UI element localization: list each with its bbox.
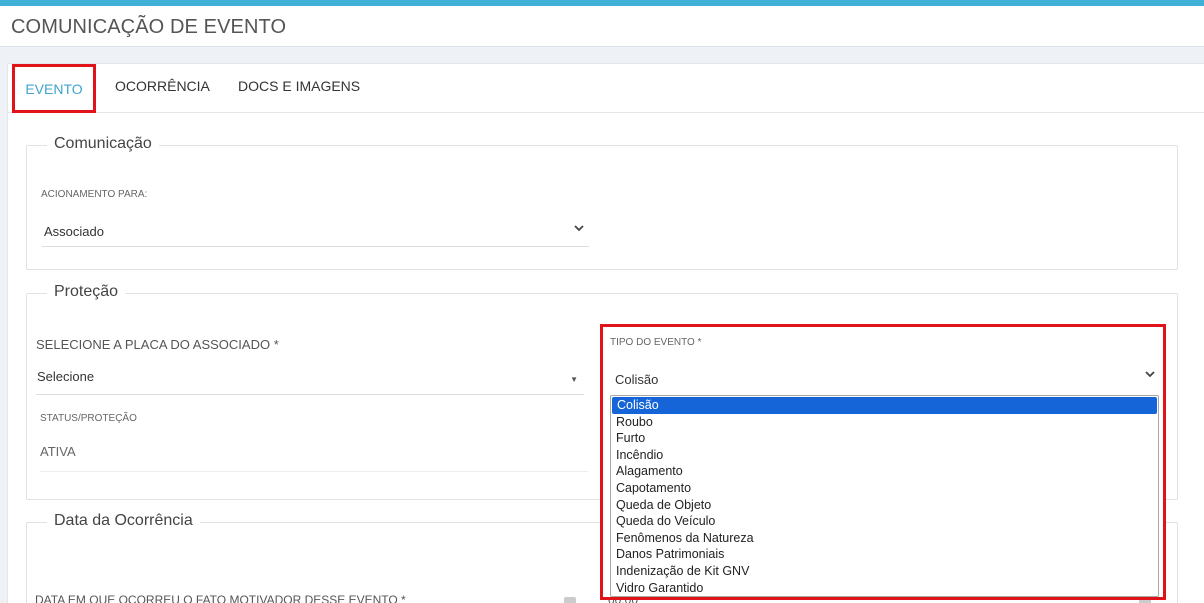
caret-down-icon: ▼ xyxy=(570,375,578,384)
legend-protecao: Proteção xyxy=(47,283,126,301)
tab-bar: EVENTO OCORRÊNCIA DOCS E IMAGENS xyxy=(8,64,1204,113)
tipo-evento-value: Colisão xyxy=(615,372,659,387)
acionamento-select[interactable]: Associado xyxy=(42,213,589,247)
option-capotamento[interactable]: Capotamento xyxy=(611,480,1158,497)
tipo-evento-label: TIPO DO EVENTO * xyxy=(610,337,702,348)
legend-data-ocorrencia: Data da Ocorrência xyxy=(47,512,200,530)
option-indenizacao-kit-gnv[interactable]: Indenização de Kit GNV xyxy=(611,563,1158,580)
status-divider xyxy=(40,471,588,472)
tab-ocorrencia[interactable]: OCORRÊNCIA xyxy=(115,64,210,113)
acionamento-label: ACIONAMENTO PARA: xyxy=(41,189,148,200)
tipo-evento-listbox[interactable]: Colisão Roubo Furto Incêndio Alagamento … xyxy=(610,395,1159,597)
option-colisao[interactable]: Colisão xyxy=(612,397,1157,414)
page-header: COMUNICAÇÃO DE EVENTO xyxy=(0,6,1204,47)
option-danos-patrimoniais[interactable]: Danos Patrimoniais xyxy=(611,546,1158,563)
acionamento-value: Associado xyxy=(44,224,104,239)
calendar-icon[interactable] xyxy=(564,597,576,603)
status-label: STATUS/PROTEÇÃO xyxy=(40,413,137,424)
option-roubo[interactable]: Roubo xyxy=(611,414,1158,431)
tab-evento[interactable]: EVENTO xyxy=(12,64,96,113)
option-queda-de-objeto[interactable]: Queda de Objeto xyxy=(611,497,1158,514)
placa-value: Selecione xyxy=(37,369,95,384)
tipo-evento-highlight: TIPO DO EVENTO * Colisão Colisão Roubo F… xyxy=(600,324,1166,600)
option-queda-do-veiculo[interactable]: Queda do Veículo xyxy=(611,513,1158,530)
option-incendio[interactable]: Incêndio xyxy=(611,447,1158,464)
option-alagamento[interactable]: Alagamento xyxy=(611,463,1158,480)
option-fenomenos-da-natureza[interactable]: Fenômenos da Natureza xyxy=(611,530,1158,547)
legend-comunicacao: Comunicação xyxy=(47,135,159,153)
data-ocorrencia-label: DATA EM QUE OCORREU O FATO MOTIVADOR DES… xyxy=(35,593,406,603)
tab-docs-e-imagens[interactable]: DOCS E IMAGENS xyxy=(238,64,360,113)
chevron-down-icon xyxy=(1145,371,1155,378)
option-vidro-garantido[interactable]: Vidro Garantido xyxy=(611,580,1158,597)
option-furto[interactable]: Furto xyxy=(611,430,1158,447)
tipo-evento-select[interactable]: Colisão xyxy=(610,357,1158,397)
page-title: COMUNICAÇÃO DE EVENTO xyxy=(11,16,287,38)
placa-label: SELECIONE A PLACA DO ASSOCIADO * xyxy=(36,337,279,352)
status-value: ATIVA xyxy=(40,444,76,459)
placa-select[interactable]: Selecione ▼ xyxy=(36,361,584,395)
fieldset-comunicacao: Comunicação ACIONAMENTO PARA: Associado xyxy=(26,135,1178,270)
chevron-down-icon xyxy=(574,225,584,232)
